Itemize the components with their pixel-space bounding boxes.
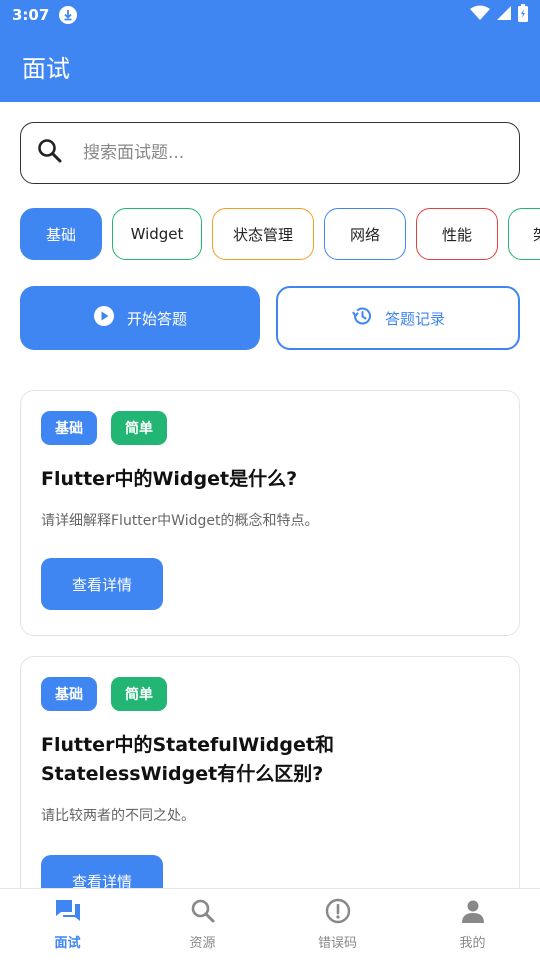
status-bar: 3:07 <box>0 0 540 30</box>
difficulty-tag: 简单 <box>111 677 167 711</box>
battery-icon <box>518 4 528 26</box>
search-icon <box>190 898 216 928</box>
view-details-button[interactable]: 查看详情 <box>41 558 163 610</box>
nav-item-error-codes[interactable]: 错误码 <box>270 889 405 960</box>
search-input[interactable] <box>83 143 463 163</box>
chat-icon <box>54 898 82 928</box>
history-button[interactable]: 答题记录 <box>276 286 520 350</box>
bottom-navigation: 面试 资源 错误码 我的 <box>0 888 540 960</box>
question-title: Flutter中的Widget是什么? <box>41 468 298 490</box>
question-description: 请比较两者的不同之处。 <box>41 808 195 824</box>
play-circle-icon <box>93 305 115 331</box>
chip-basics[interactable]: 基础 <box>20 208 102 260</box>
main-content: 基础 Widget 状态管理 网络 性能 架 开始答题 答题记录 基础 简单 F… <box>0 102 540 888</box>
category-tag: 基础 <box>41 677 97 711</box>
search-icon <box>37 138 63 168</box>
nav-item-profile[interactable]: 我的 <box>405 889 540 960</box>
tag-list: 基础 简单 <box>41 677 499 711</box>
nav-item-resources[interactable]: 资源 <box>135 889 270 960</box>
download-icon <box>59 6 78 24</box>
category-tag: 基础 <box>41 411 97 445</box>
signal-icon <box>496 5 512 25</box>
chip-performance[interactable]: 性能 <box>416 208 498 260</box>
page-title: 面试 <box>22 54 70 83</box>
chip-state-management[interactable]: 状态管理 <box>212 208 314 260</box>
chip-network[interactable]: 网络 <box>324 208 406 260</box>
wifi-icon <box>470 5 490 25</box>
app-bar: 面试 <box>0 30 540 102</box>
nav-label: 资源 <box>189 936 216 951</box>
action-buttons: 开始答题 答题记录 <box>20 286 520 350</box>
view-details-button[interactable]: 查看详情 <box>41 855 163 888</box>
nav-label: 错误码 <box>317 936 357 951</box>
question-title: Flutter中的StatefulWidget和StatelessWidget有… <box>41 734 334 785</box>
question-card: 基础 简单 Flutter中的StatefulWidget和StatelessW… <box>20 656 520 888</box>
status-time: 3:07 <box>12 6 50 24</box>
nav-item-interview[interactable]: 面试 <box>0 889 135 960</box>
question-card: 基础 简单 Flutter中的Widget是什么? 请详细解释Flutter中W… <box>20 390 520 636</box>
start-quiz-button[interactable]: 开始答题 <box>20 286 260 350</box>
question-description: 请详细解释Flutter中Widget的概念和特点。 <box>41 513 319 529</box>
search-box[interactable] <box>20 122 520 184</box>
history-icon <box>351 305 373 331</box>
nav-label: 我的 <box>459 936 486 951</box>
history-label: 答题记录 <box>384 309 445 328</box>
category-chips: 基础 Widget 状态管理 网络 性能 架 <box>20 208 540 262</box>
chip-widget[interactable]: Widget <box>112 208 202 260</box>
nav-label: 面试 <box>54 936 81 951</box>
difficulty-tag: 简单 <box>111 411 167 445</box>
start-quiz-label: 开始答题 <box>126 309 187 328</box>
chip-architecture[interactable]: 架 <box>508 208 540 260</box>
alert-circle-icon <box>325 898 351 928</box>
person-icon <box>460 898 486 928</box>
tag-list: 基础 简单 <box>41 411 499 445</box>
